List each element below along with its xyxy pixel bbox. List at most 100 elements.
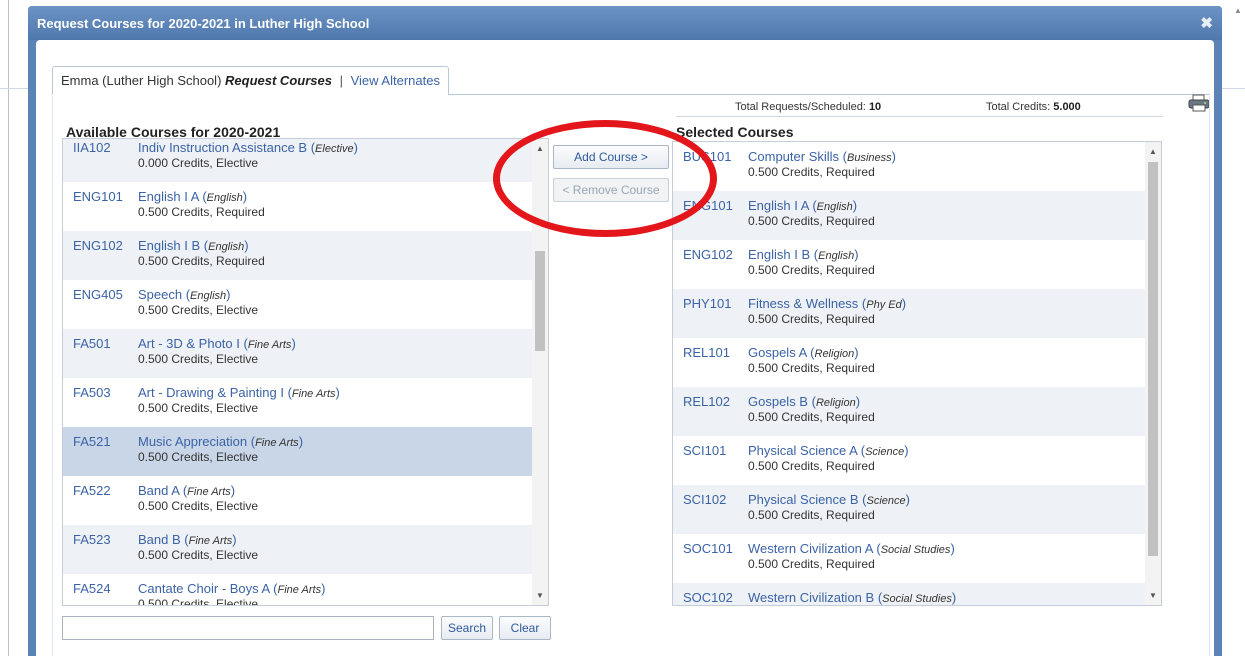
list-item[interactable]: SOC102 Western Civilization B (Social Stu… — [673, 583, 1145, 605]
clear-button[interactable]: Clear — [499, 616, 551, 640]
course-title[interactable]: Physical Science B — [748, 492, 859, 507]
course-title[interactable]: Physical Science A — [748, 443, 857, 458]
scroll-down-icon[interactable]: ▼ — [536, 591, 544, 600]
view-alternates-link[interactable]: View Alternates — [351, 73, 440, 88]
list-item[interactable]: REL101 Gospels A (Religion) 0.500 Credits,… — [673, 338, 1145, 387]
course-name[interactable]: Indiv Instruction Assistance B (Elective… — [138, 140, 358, 155]
list-item[interactable]: ENG101 English I A (English) 0.500 Credits… — [63, 182, 532, 231]
selected-courses-list[interactable]: SOC102 Western Civilization B (Social Stu… — [672, 141, 1162, 606]
course-title[interactable]: Cantate Choir - Boys A — [138, 581, 270, 596]
course-code[interactable]: REL102 — [683, 394, 730, 409]
course-code[interactable]: ENG101 — [683, 198, 733, 213]
available-scrollbar[interactable]: ▲ ▼ — [532, 139, 548, 605]
list-item[interactable]: SOC101 Western Civilization A (Social Stu… — [673, 534, 1145, 583]
course-name[interactable]: Physical Science A (Science) — [748, 443, 909, 458]
tab-request-courses[interactable]: Emma (Luther High School) Request Course… — [52, 66, 449, 95]
course-title[interactable]: English I A — [138, 189, 199, 204]
available-courses-list[interactable]: FA524 Cantate Choir - Boys A (Fine Arts) 0… — [62, 138, 549, 606]
course-title[interactable]: Indiv Instruction Assistance B — [138, 140, 307, 155]
scroll-up-icon[interactable]: ▲ — [1149, 147, 1157, 156]
list-item[interactable]: FA501 Art - 3D & Photo I (Fine Arts) 0.500… — [63, 329, 532, 378]
course-code[interactable]: FA501 — [73, 336, 111, 351]
course-name[interactable]: Art - Drawing & Painting I (Fine Arts) — [138, 385, 340, 400]
list-item[interactable]: ENG101 English I A (English) 0.500 Credits… — [673, 191, 1145, 240]
scroll-up-icon[interactable]: ▲ — [1234, 6, 1242, 15]
list-item[interactable]: FA522 Band A (Fine Arts) 0.500 Credits, El… — [63, 476, 532, 525]
course-title[interactable]: Band B — [138, 532, 181, 547]
list-item[interactable]: ENG405 Speech (English) 0.500 Credits, Ele… — [63, 280, 532, 329]
course-title[interactable]: English I B — [748, 247, 810, 262]
selected-scrollbar[interactable]: ▲ ▼ — [1145, 142, 1161, 605]
course-name[interactable]: English I A (English) — [748, 198, 857, 213]
course-name[interactable]: Fitness & Wellness (Phy Ed) — [748, 296, 906, 311]
scroll-thumb[interactable] — [1148, 162, 1158, 556]
list-item[interactable]: IIA102 Indiv Instruction Assistance B (El… — [63, 139, 532, 182]
course-code[interactable]: SCI101 — [683, 443, 726, 458]
list-item[interactable]: REL102 Gospels B (Religion) 0.500 Credits,… — [673, 387, 1145, 436]
course-code[interactable]: FA523 — [73, 532, 111, 547]
course-code[interactable]: SOC101 — [683, 541, 733, 556]
course-title[interactable]: Western Civilization B — [748, 590, 874, 605]
list-item[interactable]: FA503 Art - Drawing & Painting I (Fine Ar… — [63, 378, 532, 427]
course-name[interactable]: Speech (English) — [138, 287, 230, 302]
course-name[interactable]: English I B (English) — [138, 238, 249, 253]
course-code[interactable]: FA521 — [73, 434, 111, 449]
course-code[interactable]: FA503 — [73, 385, 111, 400]
list-item[interactable]: SCI101 Physical Science A (Science) 0.500 … — [673, 436, 1145, 485]
course-code[interactable]: FA524 — [73, 581, 111, 596]
course-name[interactable]: Art - 3D & Photo I (Fine Arts) — [138, 336, 296, 351]
list-item[interactable]: SCI102 Physical Science B (Science) 0.500 … — [673, 485, 1145, 534]
list-item[interactable]: FA524 Cantate Choir - Boys A (Fine Arts) 0… — [63, 574, 532, 605]
course-name[interactable]: Western Civilization B (Social Studies) — [748, 590, 956, 605]
course-name[interactable]: English I B (English) — [748, 247, 859, 262]
course-title[interactable]: Art - 3D & Photo I — [138, 336, 240, 351]
list-item[interactable]: BUS101 Computer Skills (Business) 0.500 Cr… — [673, 142, 1145, 191]
course-name[interactable]: Computer Skills (Business) — [748, 149, 896, 164]
course-code[interactable]: FA522 — [73, 483, 111, 498]
course-name[interactable]: Band A (Fine Arts) — [138, 483, 235, 498]
course-code[interactable]: ENG405 — [73, 287, 123, 302]
course-title[interactable]: Music Appreciation — [138, 434, 247, 449]
course-title[interactable]: Art - Drawing & Painting I — [138, 385, 284, 400]
course-code[interactable]: REL101 — [683, 345, 730, 360]
course-title[interactable]: English I B — [138, 238, 200, 253]
course-code[interactable]: IIA102 — [73, 140, 111, 155]
course-title[interactable]: Fitness & Wellness — [748, 296, 858, 311]
course-title[interactable]: Gospels A — [748, 345, 807, 360]
scroll-down-icon[interactable]: ▼ — [1149, 591, 1157, 600]
search-button[interactable]: Search — [441, 616, 493, 640]
course-code[interactable]: SOC102 — [683, 590, 733, 605]
course-name[interactable]: Band B (Fine Arts) — [138, 532, 237, 547]
add-course-button[interactable]: Add Course > — [553, 145, 669, 169]
course-code[interactable]: ENG102 — [683, 247, 733, 262]
list-item[interactable]: PHY101 Fitness & Wellness (Phy Ed) 0.500 C… — [673, 289, 1145, 338]
scroll-up-icon[interactable]: ▲ — [536, 144, 544, 153]
list-item[interactable]: FA521 Music Appreciation (Fine Arts) 0.500… — [63, 427, 532, 476]
course-title[interactable]: Speech — [138, 287, 182, 302]
course-name[interactable]: Gospels A (Religion) — [748, 345, 859, 360]
course-name[interactable]: Physical Science B (Science) — [748, 492, 910, 507]
course-name[interactable]: Gospels B (Religion) — [748, 394, 860, 409]
course-name[interactable]: Music Appreciation (Fine Arts) — [138, 434, 303, 449]
close-icon[interactable]: ✖ — [1200, 14, 1213, 32]
scroll-thumb[interactable] — [535, 251, 545, 351]
course-name[interactable]: English I A (English) — [138, 189, 247, 204]
search-input[interactable] — [62, 616, 434, 640]
totals-divider — [676, 116, 1163, 117]
list-item[interactable]: ENG102 English I B (English) 0.500 Credits… — [673, 240, 1145, 289]
course-code[interactable]: ENG101 — [73, 189, 123, 204]
course-title[interactable]: Gospels B — [748, 394, 808, 409]
list-item[interactable]: FA523 Band B (Fine Arts) 0.500 Credits, El… — [63, 525, 532, 574]
course-title[interactable]: English I A — [748, 198, 809, 213]
course-code[interactable]: ENG102 — [73, 238, 123, 253]
course-code[interactable]: SCI102 — [683, 492, 726, 507]
course-title[interactable]: Computer Skills — [748, 149, 839, 164]
course-code[interactable]: PHY101 — [683, 296, 731, 311]
course-name[interactable]: Cantate Choir - Boys A (Fine Arts) — [138, 581, 325, 596]
remove-course-button[interactable]: < Remove Course — [553, 178, 669, 202]
course-name[interactable]: Western Civilization A (Social Studies) — [748, 541, 955, 556]
course-code[interactable]: BUS101 — [683, 149, 731, 164]
course-title[interactable]: Western Civilization A — [748, 541, 873, 556]
course-title[interactable]: Band A — [138, 483, 179, 498]
list-item[interactable]: ENG102 English I B (English) 0.500 Credits… — [63, 231, 532, 280]
